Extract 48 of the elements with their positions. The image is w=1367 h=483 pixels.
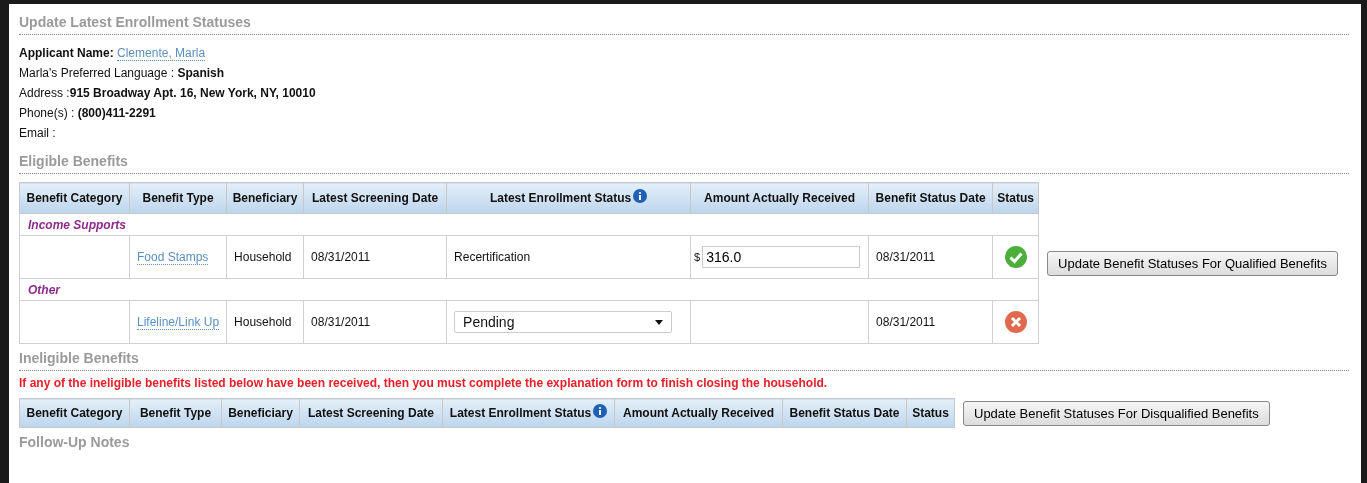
- column-header: Amount Actually Received: [614, 398, 783, 428]
- benefit-type-link[interactable]: Lifeline/Link Up: [137, 315, 220, 330]
- column-header: Benefit Category: [19, 182, 130, 214]
- column-header: Beneficiary: [226, 182, 304, 214]
- warning-message: If any of the ineligible benefits listed below have been received, then you must complete the explanation form to finish closing the household.: [19, 376, 829, 390]
- applicant-name-link[interactable]: Clemente, Marla: [117, 46, 206, 61]
- column-header: Benefit Type: [129, 398, 222, 428]
- column-header: Amount Actually Received: [690, 182, 869, 214]
- info-icon[interactable]: [633, 189, 648, 203]
- column-header: Status: [906, 398, 955, 428]
- column-header: Latest Enrollment Status: [446, 182, 691, 214]
- column-header: Latest Screening Date: [303, 182, 447, 214]
- section-heading: Ineligible Benefits: [19, 346, 1349, 371]
- section-heading: Update Latest Enrollment Statuses: [19, 10, 1349, 35]
- table-cell: 08/31/2011: [303, 300, 447, 344]
- info-icon[interactable]: [593, 404, 608, 418]
- field-value: (800)411-2291: [77, 106, 156, 120]
- update-button[interactable]: Update Benefit Statuses For Qualified Benefits: [1047, 250, 1338, 276]
- benefit-type-link[interactable]: Food Stamps: [137, 250, 209, 265]
- table-cell: 08/31/2011: [303, 235, 447, 279]
- status-dropdown[interactable]: Pending: [454, 311, 673, 333]
- group-label: Income Supports: [28, 217, 126, 232]
- column-header: Benefit Status Date: [868, 182, 993, 214]
- field-label: Address :: [19, 86, 70, 100]
- table-cell: Household: [226, 235, 304, 279]
- table-cell: Household: [226, 300, 304, 344]
- section-heading: Eligible Benefits: [19, 149, 1349, 174]
- field-value: Spanish: [177, 66, 225, 80]
- section-heading: Follow-Up Notes: [19, 433, 131, 452]
- table-cell: 08/31/2011: [868, 235, 993, 279]
- column-header: Latest Enrollment Status: [442, 398, 615, 428]
- field-label: Email :: [19, 126, 56, 140]
- field-label: Phone(s) :: [19, 106, 75, 120]
- column-header: Status: [992, 182, 1039, 214]
- table-cell: 08/31/2011: [868, 300, 993, 344]
- field-label: Applicant Name:: [19, 46, 114, 60]
- column-header: Benefit Status Date: [782, 398, 907, 428]
- field-label: Marla's Preferred Language :: [19, 66, 175, 80]
- group-label: Other: [28, 282, 60, 297]
- column-header: Beneficiary: [221, 398, 300, 428]
- column-header: Benefit Type: [129, 182, 227, 214]
- update-button[interactable]: Update Benefit Statuses For Disqualified Benefits: [963, 400, 1270, 426]
- table-cell: Recertification: [446, 235, 691, 279]
- currency-symbol: $: [694, 251, 701, 263]
- amount-input-field[interactable]: 316.0: [702, 246, 861, 268]
- caret-icon: [655, 319, 664, 325]
- column-header: Benefit Category: [19, 398, 130, 428]
- column-header: Latest Screening Date: [299, 398, 443, 428]
